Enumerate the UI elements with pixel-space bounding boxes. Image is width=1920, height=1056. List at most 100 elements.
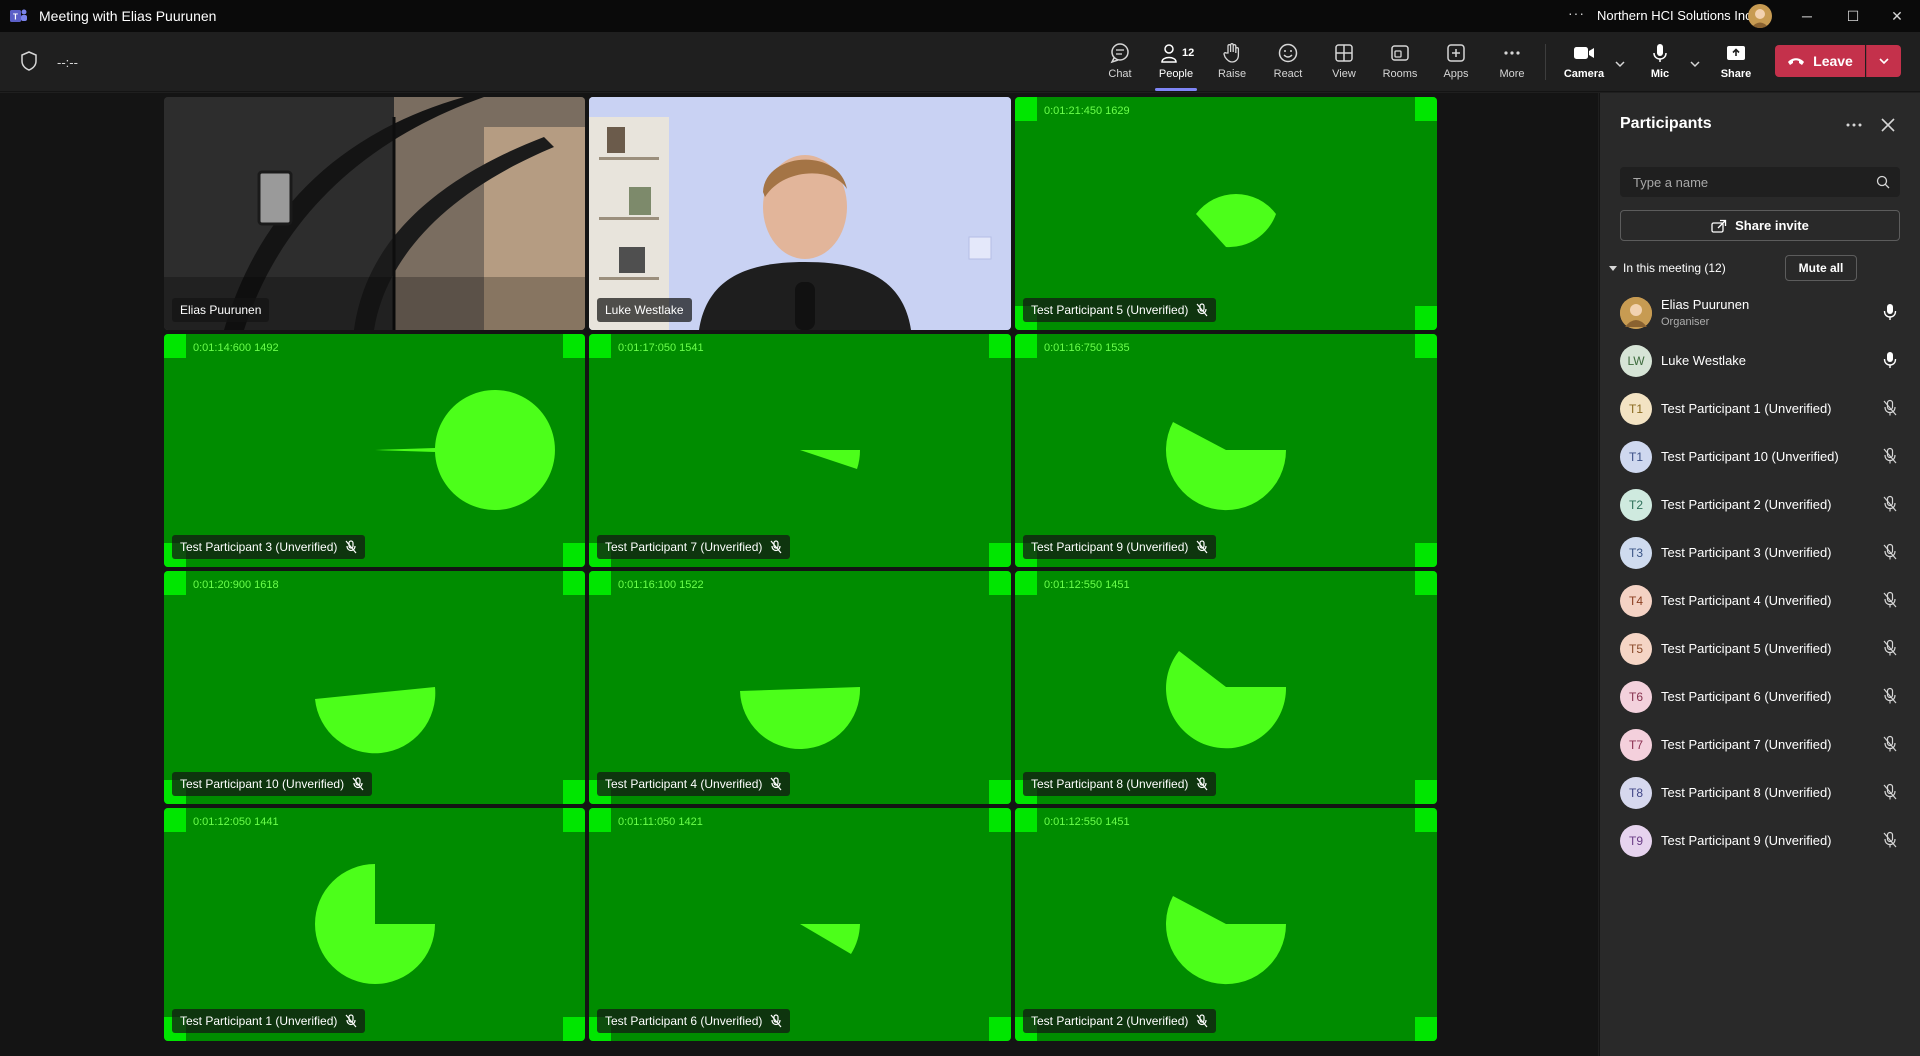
people-label: People [1158, 68, 1194, 80]
corner-marker [563, 780, 585, 804]
in-meeting-section[interactable]: In this meeting (12) Mute all [1608, 255, 1908, 281]
video-tile[interactable]: Elias Puurunen [164, 97, 585, 330]
mic-off-icon[interactable] [1882, 543, 1898, 561]
more-button[interactable]: More [1486, 42, 1538, 90]
participant-name: Test Participant 5 (Unverified) [1031, 303, 1189, 317]
mic-off-icon [352, 777, 364, 791]
video-tile[interactable]: 0:01:12:550 1451 Test Participant 2 (Unv… [1015, 808, 1437, 1041]
video-tile[interactable]: 0:01:11:050 1421 Test Participant 6 (Unv… [589, 808, 1011, 1041]
corner-marker [563, 1017, 585, 1041]
participant-list: Elias Puurunen Organiser LW Luke Westlake T1… [1600, 289, 1920, 865]
video-tile[interactable]: 0:01:17:050 1541 Test Participant 7 (Unv… [589, 334, 1011, 567]
title-more-icon[interactable]: ··· [1568, 5, 1585, 21]
corner-marker [1015, 334, 1037, 358]
close-icon[interactable] [1878, 115, 1898, 135]
mic-off-icon[interactable] [1882, 639, 1898, 657]
mic-off-icon[interactable] [1882, 399, 1898, 417]
apps-label: Apps [1443, 68, 1469, 80]
microphone-icon[interactable] [1882, 303, 1898, 321]
participant-name-tag: Test Participant 8 (Unverified) [1023, 772, 1217, 796]
participant-row[interactable]: T6 Test Participant 6 (Unverified) [1600, 673, 1920, 721]
participant-name-tag: Test Participant 9 (Unverified) [1023, 535, 1217, 559]
mic-off-icon[interactable] [1882, 831, 1898, 849]
video-tile[interactable]: 0:01:20:900 1618 Test Participant 10 (Un… [164, 571, 585, 804]
corner-marker [563, 543, 585, 567]
react-button[interactable]: React [1262, 42, 1314, 90]
video-tile[interactable]: Luke Westlake [589, 97, 1011, 330]
user-avatar[interactable] [1748, 4, 1772, 28]
camera-options-chevron-icon[interactable] [1612, 56, 1628, 72]
mic-off-icon[interactable] [1882, 687, 1898, 705]
participant-row[interactable]: T4 Test Participant 4 (Unverified) [1600, 577, 1920, 625]
participant-row[interactable]: Elias Puurunen Organiser [1600, 289, 1920, 337]
corner-marker [1415, 808, 1437, 832]
test-pattern-shape [375, 390, 555, 510]
view-button[interactable]: View [1318, 42, 1370, 90]
participant-name-tag: Test Participant 3 (Unverified) [172, 535, 366, 559]
avatar-initials: LW [1627, 354, 1645, 368]
mic-off-icon[interactable] [1882, 591, 1898, 609]
participant-row[interactable]: LW Luke Westlake [1600, 337, 1920, 385]
corner-marker [1415, 97, 1437, 121]
rooms-button[interactable]: Rooms [1374, 42, 1426, 90]
shield-icon[interactable] [20, 51, 38, 71]
minimize-button[interactable]: ─ [1792, 4, 1822, 28]
participant-row[interactable]: T9 Test Participant 9 (Unverified) [1600, 817, 1920, 865]
video-tile[interactable]: 0:01:21:450 1629 Test Participant 5 (Unv… [1015, 97, 1437, 330]
leave-options-button[interactable] [1866, 45, 1901, 77]
search-input[interactable] [1620, 167, 1860, 197]
participant-name: Test Participant 9 (Unverified) [1031, 540, 1189, 554]
video-tile[interactable]: 0:01:12:050 1441 Test Participant 1 (Unv… [164, 808, 585, 1041]
search-icon[interactable] [1876, 175, 1890, 189]
share-icon [1711, 219, 1727, 233]
frame-timestamp: 0:01:12:550 1451 [1044, 579, 1130, 591]
apps-button[interactable]: Apps [1430, 42, 1482, 90]
mic-options-chevron-icon[interactable] [1687, 56, 1703, 72]
participant-name: Test Participant 10 (Unverified) [1661, 449, 1839, 464]
people-button[interactable]: 12 People [1150, 42, 1202, 90]
maximize-button[interactable]: ☐ [1838, 4, 1868, 28]
raise-hand-button[interactable]: Raise [1206, 42, 1258, 90]
participant-row[interactable]: T7 Test Participant 7 (Unverified) [1600, 721, 1920, 769]
camera-icon [1574, 47, 1594, 59]
frame-timestamp: 0:01:12:550 1451 [1044, 816, 1130, 828]
share-button[interactable]: Share [1710, 42, 1762, 90]
corner-marker [1415, 571, 1437, 595]
participant-row[interactable]: T8 Test Participant 8 (Unverified) [1600, 769, 1920, 817]
participant-row[interactable]: T1 Test Participant 10 (Unverified) [1600, 433, 1920, 481]
mic-off-icon[interactable] [1882, 783, 1898, 801]
mic-off-icon[interactable] [1882, 495, 1898, 513]
mute-all-button[interactable]: Mute all [1785, 255, 1857, 281]
participant-row[interactable]: T2 Test Participant 2 (Unverified) [1600, 481, 1920, 529]
corner-marker [1015, 571, 1037, 595]
close-window-button[interactable]: ✕ [1882, 4, 1912, 28]
participant-row[interactable]: T5 Test Participant 5 (Unverified) [1600, 625, 1920, 673]
avatar-initials: T6 [1628, 690, 1643, 704]
leave-button[interactable]: Leave [1775, 45, 1865, 77]
mic-button[interactable]: Mic [1634, 42, 1686, 90]
video-tile[interactable]: 0:01:16:100 1522 Test Participant 4 (Unv… [589, 571, 1011, 804]
camera-button[interactable]: Camera [1558, 42, 1610, 90]
share-invite-button[interactable]: Share invite [1620, 210, 1900, 241]
mic-off-icon[interactable] [1882, 735, 1898, 753]
participant-name: Test Participant 9 (Unverified) [1661, 833, 1832, 848]
organization-name[interactable]: Northern HCI Solutions Inc [1597, 8, 1752, 23]
chat-button[interactable]: Chat [1094, 42, 1146, 90]
participant-row[interactable]: T3 Test Participant 3 (Unverified) [1600, 529, 1920, 577]
microphone-icon[interactable] [1882, 351, 1898, 369]
test-pattern-shape [1196, 194, 1276, 248]
corner-marker [563, 334, 585, 358]
video-tile[interactable]: 0:01:12:550 1451 Test Participant 8 (Unv… [1015, 571, 1437, 804]
avatar-initials: T5 [1628, 642, 1643, 656]
panel-more-icon[interactable] [1844, 115, 1864, 135]
test-pattern-shape [315, 864, 435, 984]
participant-row[interactable]: T1 Test Participant 1 (Unverified) [1600, 385, 1920, 433]
corner-marker [589, 334, 611, 358]
view-label: View [1332, 68, 1356, 80]
video-tile[interactable]: 0:01:16:750 1535 Test Participant 9 (Unv… [1015, 334, 1437, 567]
video-tile[interactable]: 0:01:14:600 1492 Test Participant 3 (Unv… [164, 334, 585, 567]
participant-name: Test Participant 4 (Unverified) [1661, 593, 1832, 608]
caret-down-icon[interactable] [1608, 263, 1618, 273]
avatar-initials: T8 [1628, 786, 1643, 800]
mic-off-icon[interactable] [1882, 447, 1898, 465]
